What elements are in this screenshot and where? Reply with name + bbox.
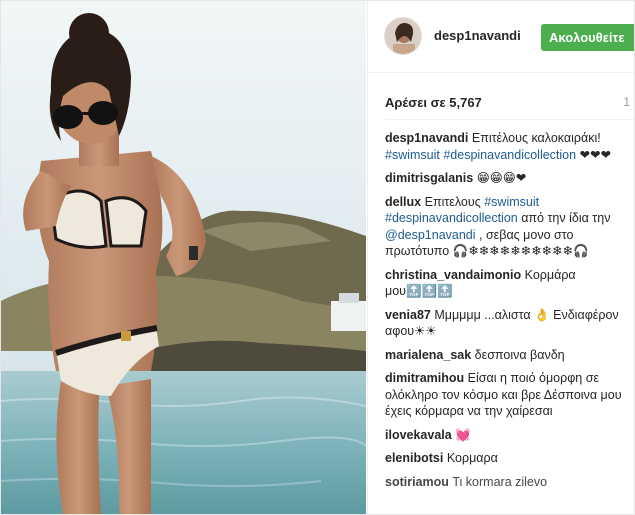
comment-username[interactable]: venia87 bbox=[385, 308, 431, 322]
comment-text: ❤❤❤ bbox=[576, 147, 611, 162]
comment-text: 💓 bbox=[455, 427, 471, 442]
comment-item: dellux Επιτελους #swimsuit #despinavandi… bbox=[385, 194, 634, 260]
comments-list: desp1navandi Επιτέλους καλοκαιράκι! #swi… bbox=[385, 130, 634, 497]
avatar-image bbox=[385, 18, 421, 54]
comment-item: ilovekavala 💓 bbox=[385, 427, 634, 444]
avatar[interactable] bbox=[384, 17, 422, 55]
post-header: desp1navandi Ακολουθείτε bbox=[368, 1, 634, 73]
post-image bbox=[1, 1, 366, 514]
comment-hashtag-link[interactable]: @desp1navandi bbox=[385, 228, 476, 242]
comment-text: Κορμαρα bbox=[446, 451, 498, 465]
post-container: desp1navandi Ακολουθείτε Αρέσει σε 5,767… bbox=[0, 0, 635, 515]
comment-username[interactable]: ilovekavala bbox=[385, 428, 452, 442]
likes-count[interactable]: Αρέσει σε 5,767 bbox=[385, 95, 482, 110]
post-photo bbox=[1, 1, 366, 514]
comment-username[interactable]: elenibotsi bbox=[385, 451, 443, 465]
comment-text: από την ίδια την bbox=[517, 211, 611, 225]
comment-item: dimitramihou Είσαι η ποιό όμορφη σε ολόκ… bbox=[385, 370, 634, 420]
comment-hashtag-link[interactable]: #swimsuit #despinavandicollection bbox=[385, 148, 576, 162]
post-side-panel: desp1navandi Ακολουθείτε Αρέσει σε 5,767… bbox=[367, 1, 634, 514]
comment-item: dimitrisgalanis 😁😁😁❤ bbox=[385, 170, 634, 187]
profile-username[interactable]: desp1navandi bbox=[434, 28, 521, 43]
post-time: 1 bbox=[623, 95, 630, 109]
comment-text: 😁😁😁❤ bbox=[476, 171, 527, 185]
comment-text: Τι kormara zilevo bbox=[452, 474, 548, 489]
comment-text: Επιτέλους καλοκαιράκι! bbox=[471, 131, 601, 145]
comment-username[interactable]: sotiriamou bbox=[385, 475, 449, 489]
comment-text: Επιτελους bbox=[424, 194, 485, 209]
comment-text: δεσποινα βανδη bbox=[474, 347, 565, 362]
comment-username[interactable]: marialena_sak bbox=[385, 348, 471, 362]
comment-item: elenibotsi Κορμαρα bbox=[385, 450, 634, 467]
comment-username[interactable]: dimitramihou bbox=[385, 371, 464, 385]
comment-username[interactable]: dimitrisgalanis bbox=[385, 171, 473, 185]
comment-item: marialena_sak δεσποινα βανδη bbox=[385, 347, 634, 364]
divider bbox=[385, 119, 634, 120]
following-button[interactable]: Ακολουθείτε bbox=[541, 24, 634, 51]
comment-item: venia87 Μμμμμμ ...αλιστα 👌 Ενδιαφέρον αφ… bbox=[385, 307, 634, 340]
comment-username[interactable]: desp1navandi bbox=[385, 131, 468, 145]
comment-item: desp1navandi Επιτέλους καλοκαιράκι! #swi… bbox=[385, 130, 634, 163]
comment-item: christina_vandaimonio Κορμάρα μου🔝🔝🔝 bbox=[385, 267, 634, 300]
comment-username[interactable]: dellux bbox=[385, 195, 421, 209]
comment-item: sotiriamou Τι kormara zilevo bbox=[385, 474, 634, 491]
comment-username[interactable]: christina_vandaimonio bbox=[385, 268, 521, 282]
